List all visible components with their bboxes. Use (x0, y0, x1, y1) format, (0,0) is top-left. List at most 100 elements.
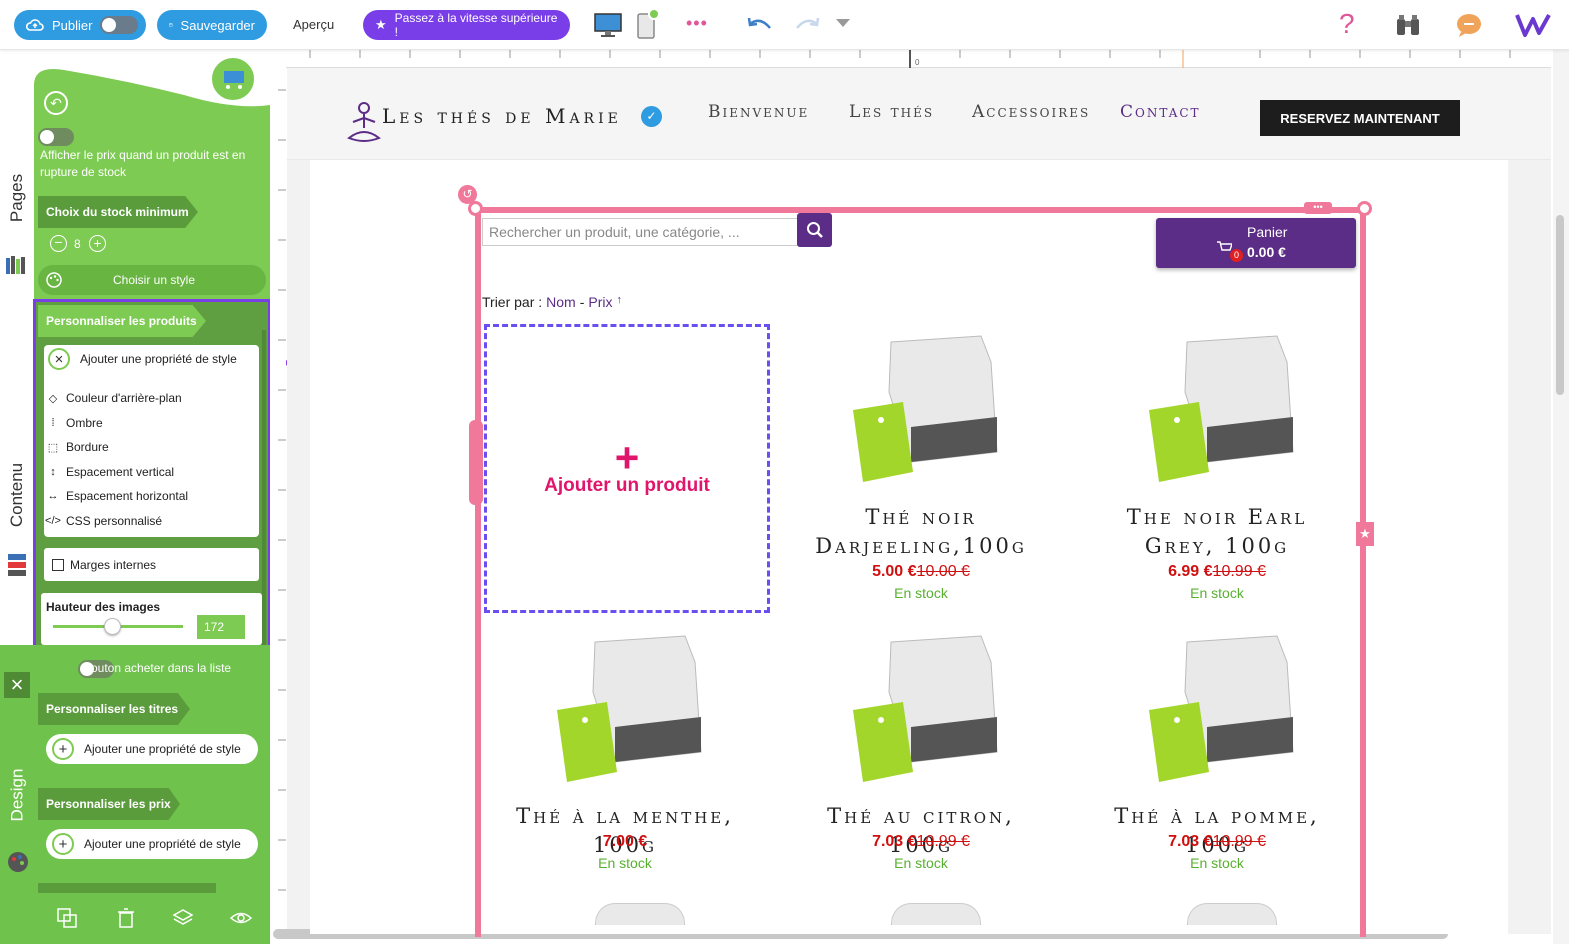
tab-content[interactable]: Contenu (0, 455, 34, 535)
product-title[interactable]: Thé à la pomme, 100g (1087, 802, 1347, 860)
customize-products-title: Personnaliser les produits (38, 305, 206, 337)
stock-status: En stock (894, 585, 948, 601)
cart-button[interactable]: Panier 0 0.00 € (1156, 218, 1356, 268)
product-image[interactable] (1137, 632, 1297, 802)
duplicate-icon[interactable] (56, 907, 78, 929)
ruler-zero-label: 0 (915, 58, 920, 67)
more-options-icon[interactable]: ••• (686, 13, 708, 34)
product-image-partial[interactable] (595, 903, 685, 925)
sort-arrow-icon[interactable]: ↑ (617, 294, 623, 310)
layers-icon[interactable] (172, 907, 194, 929)
product-title[interactable]: Thé à la menthe, 100g (495, 802, 755, 860)
publish-button[interactable]: Publier (14, 10, 147, 40)
show-price-toggle[interactable] (38, 128, 74, 146)
style-option-horizontal-spacing[interactable]: ↔ Espacement horizontal (46, 489, 189, 503)
product-search-input[interactable]: Rechercher un produit, une catégorie, ..… (482, 218, 798, 246)
product-image-partial[interactable] (891, 903, 981, 925)
add-product-label: Ajouter un produit (544, 474, 710, 496)
product-image[interactable] (841, 332, 1001, 502)
desktop-view-icon[interactable] (592, 10, 624, 40)
choose-style-button[interactable]: Choisir un style (38, 265, 266, 295)
search-button[interactable] (797, 213, 832, 247)
style-option-background[interactable]: ◇ Couleur d'arrière-plan (46, 391, 182, 405)
tab-pages[interactable]: Pages (0, 165, 34, 230)
preview-link[interactable]: Aperçu (293, 17, 334, 32)
upgrade-button[interactable]: ★ Passez à la vitesse supérieure ! (363, 10, 570, 40)
close-circle-icon: × (48, 348, 70, 370)
element-options-icon[interactable]: ••• (1304, 202, 1332, 214)
panel-scrollbar[interactable] (262, 330, 266, 675)
close-panel-icon[interactable]: × (4, 672, 30, 698)
undo-icon[interactable] (745, 14, 775, 36)
resize-handle-top-left[interactable] (468, 201, 483, 216)
product-image[interactable] (841, 632, 1001, 802)
reserve-now-button[interactable]: RESERVEZ MAINTENANT (1260, 100, 1460, 136)
current-price: 7.00 € (602, 833, 648, 850)
nav-link-bienvenue[interactable]: Bienvenue (708, 102, 809, 122)
plus-circle-icon: + (52, 738, 74, 760)
nav-link-les-thes[interactable]: Les thés (849, 102, 934, 122)
product-title[interactable]: Thé noir Darjeeling,100g (791, 503, 1051, 561)
save-label: Sauvegarder (180, 17, 255, 33)
add-style-property-button[interactable]: × Ajouter une propriété de style (48, 348, 237, 370)
product-title[interactable]: The noir Earl Grey, 100g (1087, 503, 1347, 561)
style-option-border[interactable]: ⬚ Bordure (46, 440, 109, 454)
inner-margins-button[interactable]: Marges internes (44, 548, 259, 581)
publish-toggle[interactable] (100, 16, 139, 34)
sort-label: Trier par : (482, 294, 543, 310)
product-price: 7.03 €10.99 € (1087, 833, 1347, 851)
image-height-input[interactable]: 172 (197, 615, 245, 639)
code-icon: </> (45, 515, 61, 527)
prices-add-style-button[interactable]: + Ajouter une propriété de style (46, 829, 258, 859)
next-section-ribbon (38, 883, 216, 893)
stock-status: En stock (598, 855, 652, 871)
cart-label: Panier (1247, 224, 1288, 240)
product-image-partial[interactable] (1187, 903, 1277, 925)
current-price: 6.99 € (1168, 563, 1213, 580)
help-icon[interactable]: ? (1339, 8, 1355, 40)
resize-handle-top-right[interactable] (1357, 201, 1372, 216)
back-icon[interactable]: ↶ (44, 91, 68, 115)
sort-by-name-link[interactable]: Nom (546, 294, 576, 310)
design-tab-icon[interactable] (6, 850, 30, 874)
tab-design[interactable]: Design (0, 760, 34, 830)
current-price: 7.03 € (872, 833, 917, 850)
save-button[interactable]: Sauvegarder (157, 10, 267, 40)
search-icon (806, 222, 823, 238)
add-product-placeholder[interactable]: + Ajouter un produit (484, 324, 770, 613)
image-height-slider-thumb[interactable] (103, 618, 121, 635)
titles-add-style-button[interactable]: + Ajouter une propriété de style (46, 734, 258, 764)
style-option-shadow[interactable]: ⁞ Ombre (46, 416, 102, 430)
history-dropdown-icon[interactable] (836, 19, 850, 27)
product-image[interactable] (545, 632, 705, 802)
chat-icon[interactable] (1454, 11, 1484, 39)
binoculars-icon[interactable] (1393, 11, 1423, 39)
check-icon: ✓ (641, 106, 662, 127)
content-tab-icon[interactable] (6, 552, 28, 578)
product-image[interactable] (1137, 332, 1297, 502)
drag-handle-left[interactable] (469, 420, 483, 505)
pages-tab-icon[interactable] (5, 254, 29, 276)
nav-link-accessoires[interactable]: Accessoires (972, 102, 1090, 122)
min-stock-value[interactable]: 8 (74, 237, 81, 251)
decrease-stock-icon[interactable]: − (50, 235, 67, 252)
mobile-view-icon[interactable] (633, 6, 663, 40)
style-option-vertical-spacing[interactable]: ↕ Espacement vertical (46, 465, 174, 479)
customize-titles-title: Personnaliser les titres (38, 693, 190, 725)
site-brand[interactable]: Les thés de Marie (382, 104, 622, 128)
style-option-custom-css[interactable]: </> CSS personnalisé (45, 514, 162, 528)
vertical-arrows-icon: ↕ (50, 466, 56, 478)
nav-link-contact[interactable]: Contact (1120, 102, 1201, 122)
sort-separator: - (579, 294, 585, 310)
preview-eye-icon[interactable] (229, 907, 253, 929)
canvas-scrollbar-vertical[interactable] (1553, 50, 1569, 944)
cart-total: 0.00 € (1247, 244, 1286, 260)
stock-status: En stock (894, 855, 948, 871)
redo-icon[interactable] (792, 14, 822, 36)
product-price: 6.99 €10.99 € (1087, 563, 1347, 581)
sort-by-price-link[interactable]: Prix (588, 294, 612, 310)
favorite-star-icon[interactable]: ★ (1356, 522, 1374, 546)
delete-icon[interactable] (115, 907, 137, 929)
product-title[interactable]: Thé au citron, 100g (791, 802, 1051, 860)
increase-stock-icon[interactable]: + (89, 235, 106, 252)
